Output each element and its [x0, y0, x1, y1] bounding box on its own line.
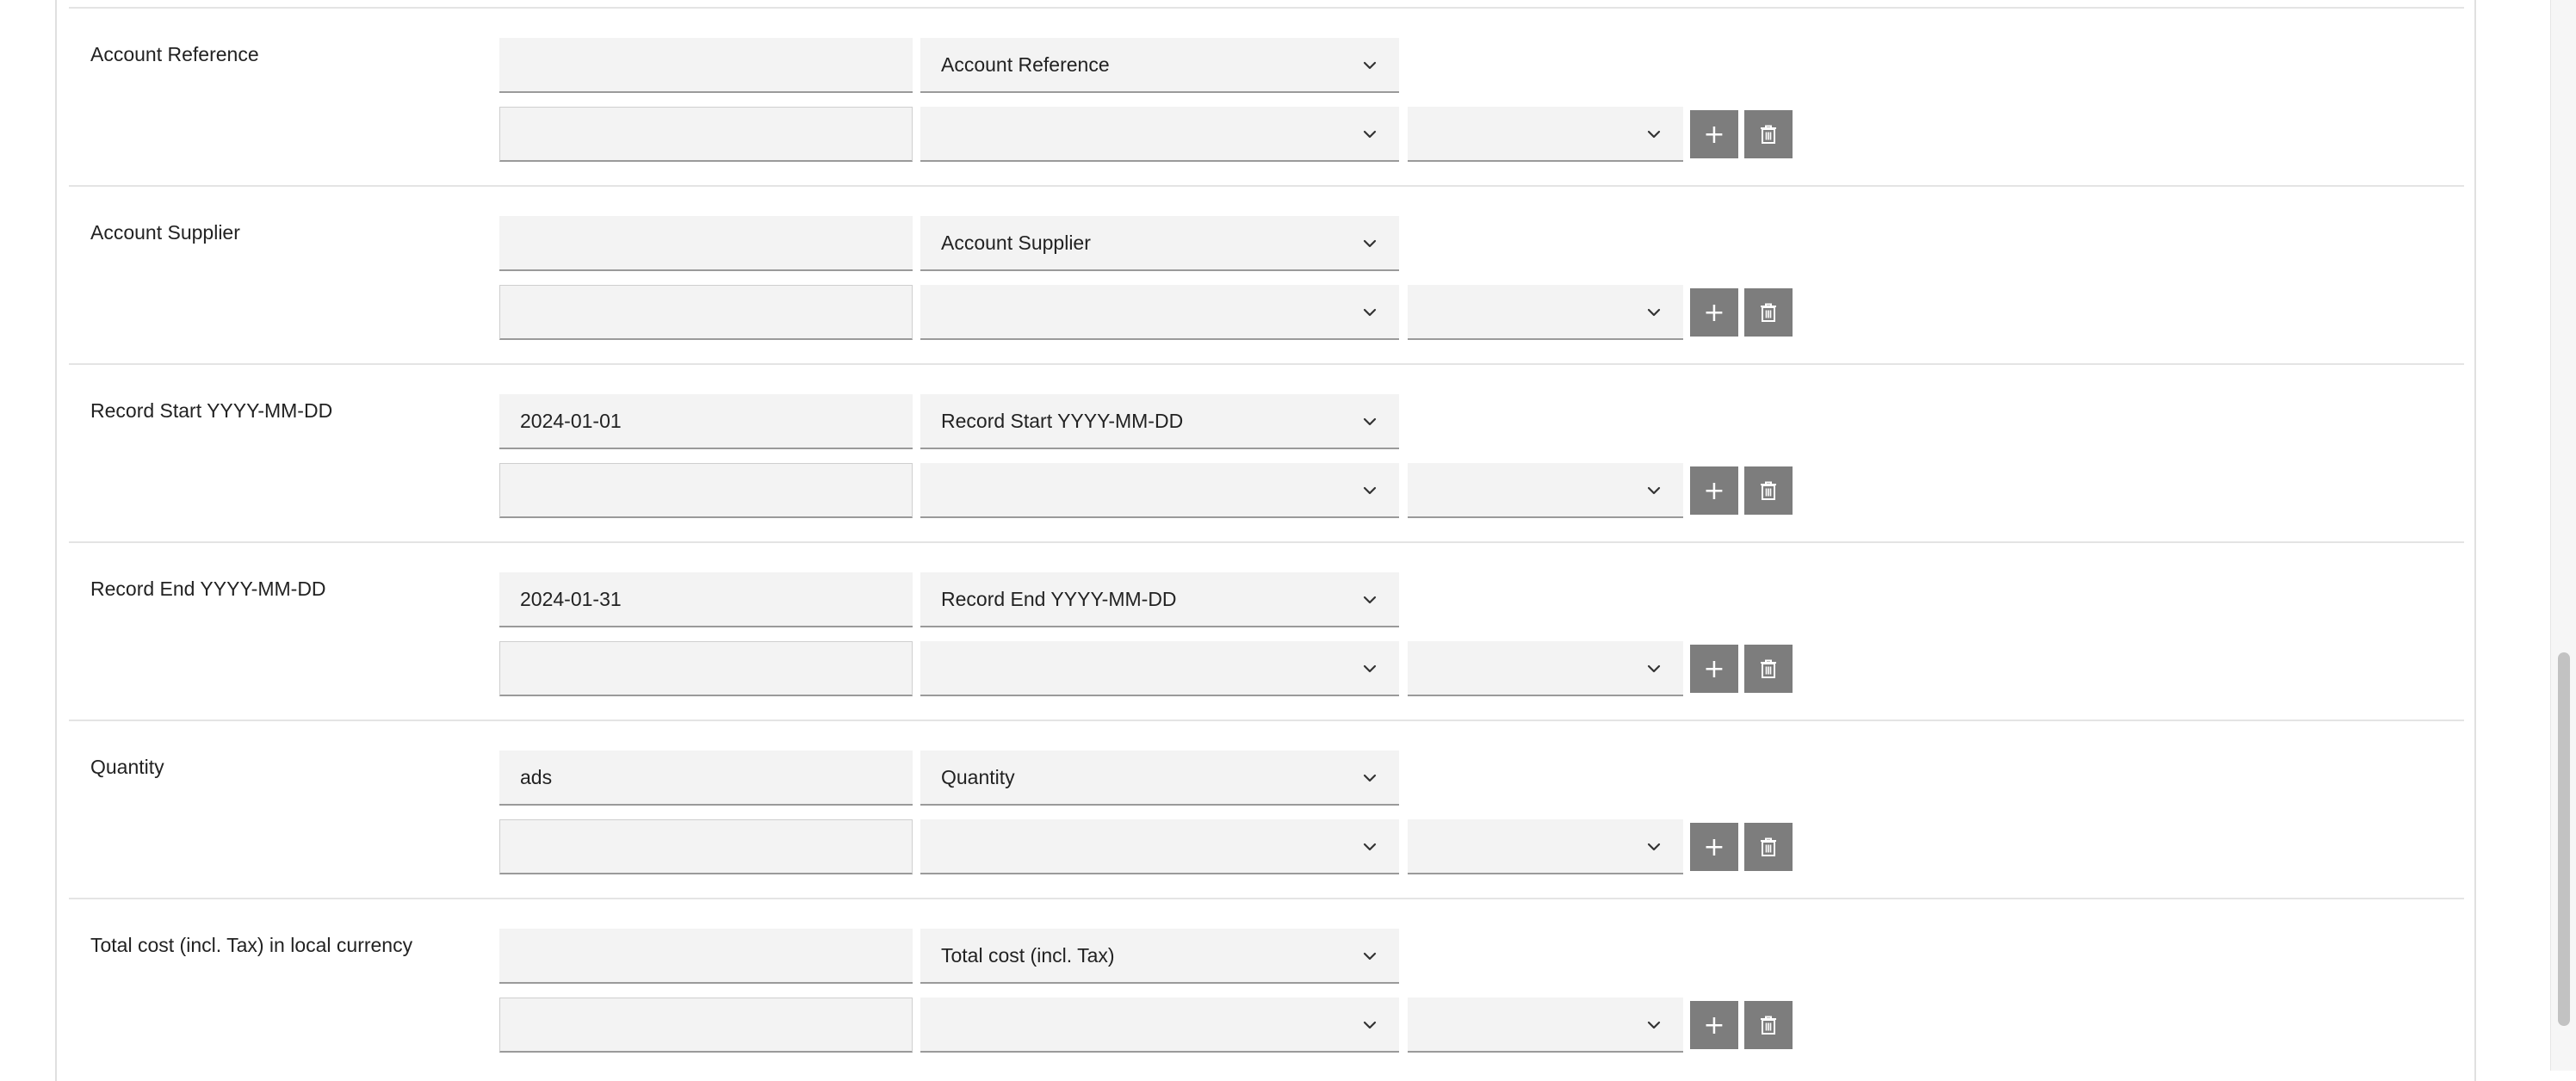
- condition-value-input[interactable]: [499, 107, 913, 162]
- condition-field-select[interactable]: [920, 285, 1399, 340]
- field-mapping-select[interactable]: Record Start YYYY-MM-DD: [920, 394, 1399, 449]
- field-row: Total cost (incl. Tax) in local currency…: [69, 898, 2464, 1076]
- delete-condition-button[interactable]: [1744, 288, 1793, 337]
- chevron-down-icon: [1363, 952, 1377, 961]
- trash-icon: [1761, 837, 1776, 856]
- field-mapping-select[interactable]: Record End YYYY-MM-DD: [920, 572, 1399, 627]
- condition-operator-select[interactable]: [1408, 998, 1683, 1053]
- add-condition-button[interactable]: +: [1690, 466, 1738, 515]
- chevron-down-icon: [1363, 843, 1377, 851]
- delete-condition-button[interactable]: [1744, 645, 1793, 693]
- condition-value-input[interactable]: [499, 998, 913, 1053]
- scrollbar-thumb[interactable]: [2558, 652, 2570, 1026]
- field-label: Record End YYYY-MM-DD: [90, 578, 326, 600]
- chevron-down-icon: [1363, 239, 1377, 248]
- add-condition-button[interactable]: +: [1690, 645, 1738, 693]
- field-mapping-selected: Record End YYYY-MM-DD: [941, 587, 1177, 610]
- field-value-input[interactable]: [499, 216, 913, 271]
- condition-field-select[interactable]: [920, 641, 1399, 696]
- condition-value-input[interactable]: [499, 819, 913, 874]
- chevron-down-icon: [1363, 417, 1377, 426]
- chevron-down-icon: [1647, 843, 1661, 851]
- field-row: Account Reference Account Reference +: [69, 7, 2464, 185]
- condition-value-input[interactable]: [499, 285, 913, 340]
- add-label: +: [1703, 653, 1725, 684]
- chevron-down-icon: [1647, 664, 1661, 673]
- delete-condition-button[interactable]: [1744, 466, 1793, 515]
- add-label: +: [1703, 297, 1725, 328]
- chevron-down-icon: [1363, 308, 1377, 317]
- condition-operator-select[interactable]: [1408, 107, 1683, 162]
- trash-icon: [1761, 303, 1776, 322]
- chevron-down-icon: [1363, 596, 1377, 604]
- field-mapping-select[interactable]: Total cost (incl. Tax): [920, 929, 1399, 984]
- chevron-down-icon: [1363, 774, 1377, 782]
- trash-icon: [1761, 125, 1776, 144]
- field-mapping-selected: Total cost (incl. Tax): [941, 943, 1115, 967]
- field-mapping-select[interactable]: Quantity: [920, 751, 1399, 806]
- field-mapping-select[interactable]: Account Supplier: [920, 216, 1399, 271]
- field-mapping-selected: Account Reference: [941, 53, 1110, 76]
- field-label: Account Reference: [90, 43, 259, 65]
- chevron-down-icon: [1363, 1021, 1377, 1029]
- trash-icon: [1761, 659, 1776, 678]
- condition-field-select[interactable]: [920, 107, 1399, 162]
- condition-operator-select[interactable]: [1408, 463, 1683, 518]
- add-label: +: [1703, 475, 1725, 506]
- condition-field-select[interactable]: [920, 819, 1399, 874]
- delete-condition-button[interactable]: [1744, 1001, 1793, 1049]
- condition-operator-select[interactable]: [1408, 285, 1683, 340]
- field-mapping-selected: Quantity: [941, 765, 1015, 788]
- field-label: Record Start YYYY-MM-DD: [90, 399, 333, 422]
- field-label: Total cost (incl. Tax) in local currency: [90, 934, 413, 956]
- condition-value-input[interactable]: [499, 641, 913, 696]
- chevron-down-icon: [1363, 130, 1377, 139]
- add-condition-button[interactable]: +: [1690, 1001, 1738, 1049]
- field-value-input[interactable]: [499, 751, 913, 806]
- delete-condition-button[interactable]: [1744, 110, 1793, 158]
- chevron-down-icon: [1647, 308, 1661, 317]
- condition-field-select[interactable]: [920, 998, 1399, 1053]
- trash-icon: [1761, 1016, 1776, 1035]
- field-label: Quantity: [90, 756, 164, 778]
- field-value-input[interactable]: [499, 572, 913, 627]
- add-condition-button[interactable]: +: [1690, 823, 1738, 871]
- chevron-down-icon: [1647, 130, 1661, 139]
- condition-operator-select[interactable]: [1408, 819, 1683, 874]
- condition-value-input[interactable]: [499, 463, 913, 518]
- field-mapping-list: Account Reference Account Reference + Ac…: [69, 7, 2464, 1076]
- condition-operator-select[interactable]: [1408, 641, 1683, 696]
- add-condition-button[interactable]: +: [1690, 110, 1738, 158]
- add-label: +: [1703, 1010, 1725, 1041]
- field-value-input[interactable]: [499, 38, 913, 93]
- field-row: Record End YYYY-MM-DD Record End YYYY-MM…: [69, 541, 2464, 720]
- chevron-down-icon: [1363, 664, 1377, 673]
- field-value-input[interactable]: [499, 394, 913, 449]
- chevron-down-icon: [1647, 1021, 1661, 1029]
- field-row: Quantity Quantity +: [69, 720, 2464, 898]
- add-condition-button[interactable]: +: [1690, 288, 1738, 337]
- delete-condition-button[interactable]: [1744, 823, 1793, 871]
- trash-icon: [1761, 481, 1776, 500]
- condition-field-select[interactable]: [920, 463, 1399, 518]
- vertical-scrollbar[interactable]: [2550, 0, 2576, 1071]
- field-value-input[interactable]: [499, 929, 913, 984]
- field-mapping-select[interactable]: Account Reference: [920, 38, 1399, 93]
- field-mapping-selected: Record Start YYYY-MM-DD: [941, 409, 1184, 432]
- chevron-down-icon: [1363, 61, 1377, 70]
- chevron-down-icon: [1647, 486, 1661, 495]
- field-row: Account Supplier Account Supplier +: [69, 185, 2464, 363]
- field-mapping-selected: Account Supplier: [941, 231, 1091, 254]
- add-label: +: [1703, 119, 1725, 150]
- field-label: Account Supplier: [90, 221, 240, 244]
- field-row: Record Start YYYY-MM-DD Record Start YYY…: [69, 363, 2464, 541]
- add-label: +: [1703, 831, 1725, 862]
- chevron-down-icon: [1363, 486, 1377, 495]
